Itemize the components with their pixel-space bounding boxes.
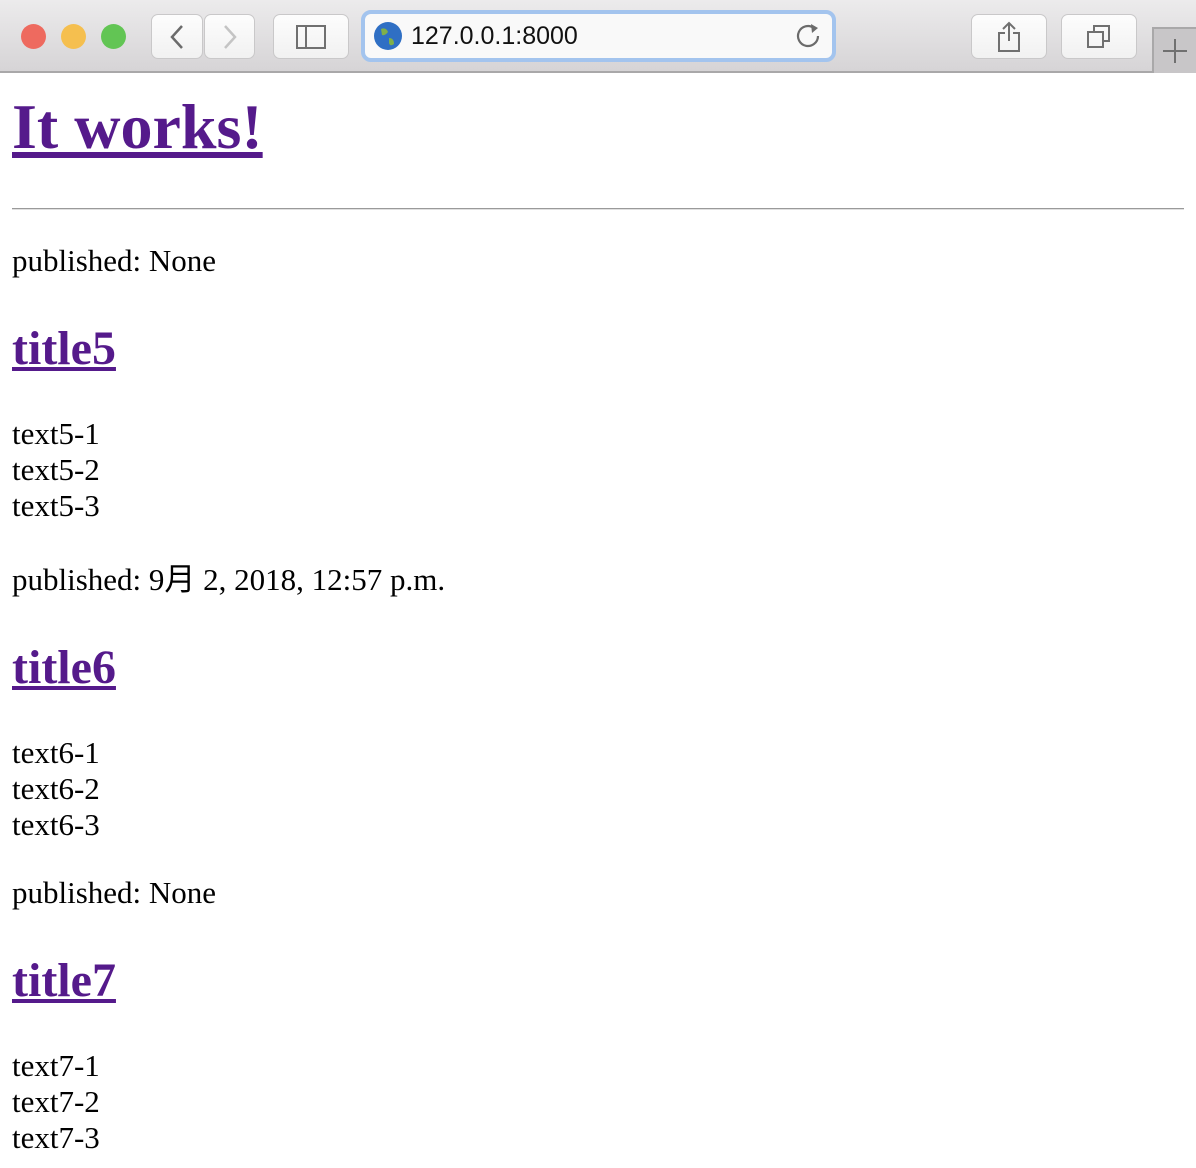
post-texts: text5-1 text5-2 text5-3 xyxy=(12,416,1184,524)
page-heading-link[interactable]: It works! xyxy=(12,91,263,162)
post-text: text7-2 xyxy=(12,1084,100,1119)
post-texts: text6-1 text6-2 text6-3 xyxy=(12,735,1184,843)
page-content: It works! published: None title5 text5-1… xyxy=(0,91,1196,1156)
chevron-left-icon xyxy=(170,24,183,49)
published-date: published: None xyxy=(12,243,217,278)
share-button[interactable] xyxy=(971,14,1047,59)
post-text: text7-3 xyxy=(12,1120,100,1155)
post-text: text6-1 xyxy=(12,735,100,770)
address-bar[interactable]: 127.0.0.1:8000 xyxy=(361,10,836,62)
reload-icon[interactable] xyxy=(794,22,822,50)
chevron-right-icon xyxy=(223,24,237,49)
post-text: text6-2 xyxy=(12,771,100,806)
globe-icon xyxy=(374,22,402,50)
url-text: 127.0.0.1:8000 xyxy=(411,21,578,50)
forward-button[interactable] xyxy=(204,14,255,59)
browser-toolbar: 127.0.0.1:8000 xyxy=(0,0,1196,73)
post-title-link[interactable]: title5 xyxy=(12,322,116,375)
post-title-link[interactable]: title6 xyxy=(12,641,116,694)
close-window-button[interactable] xyxy=(21,24,46,49)
published-date: published: None xyxy=(12,875,217,910)
post-title-link[interactable]: title7 xyxy=(12,954,116,1007)
tabs-overview-icon xyxy=(1087,24,1110,48)
tabs-overview-button[interactable] xyxy=(1061,14,1137,59)
share-icon xyxy=(998,21,1020,52)
plus-icon xyxy=(1163,39,1187,63)
published-date: published: 9月 2, 2018, 12:57 p.m. xyxy=(12,562,446,597)
post-text: text5-3 xyxy=(12,488,100,523)
new-tab-button[interactable] xyxy=(1152,27,1196,73)
sidebar-icon xyxy=(296,24,326,49)
zoom-window-button[interactable] xyxy=(101,24,126,49)
post-text: text5-1 xyxy=(12,416,100,451)
post-text: text5-2 xyxy=(12,452,100,487)
sidebar-button[interactable] xyxy=(273,14,349,59)
post-text: text7-1 xyxy=(12,1048,100,1083)
post-text: text6-3 xyxy=(12,807,100,842)
back-button[interactable] xyxy=(151,14,203,59)
post-texts: text7-1 text7-2 text7-3 xyxy=(12,1048,1184,1156)
minimize-window-button[interactable] xyxy=(61,24,86,49)
divider xyxy=(12,208,1184,210)
